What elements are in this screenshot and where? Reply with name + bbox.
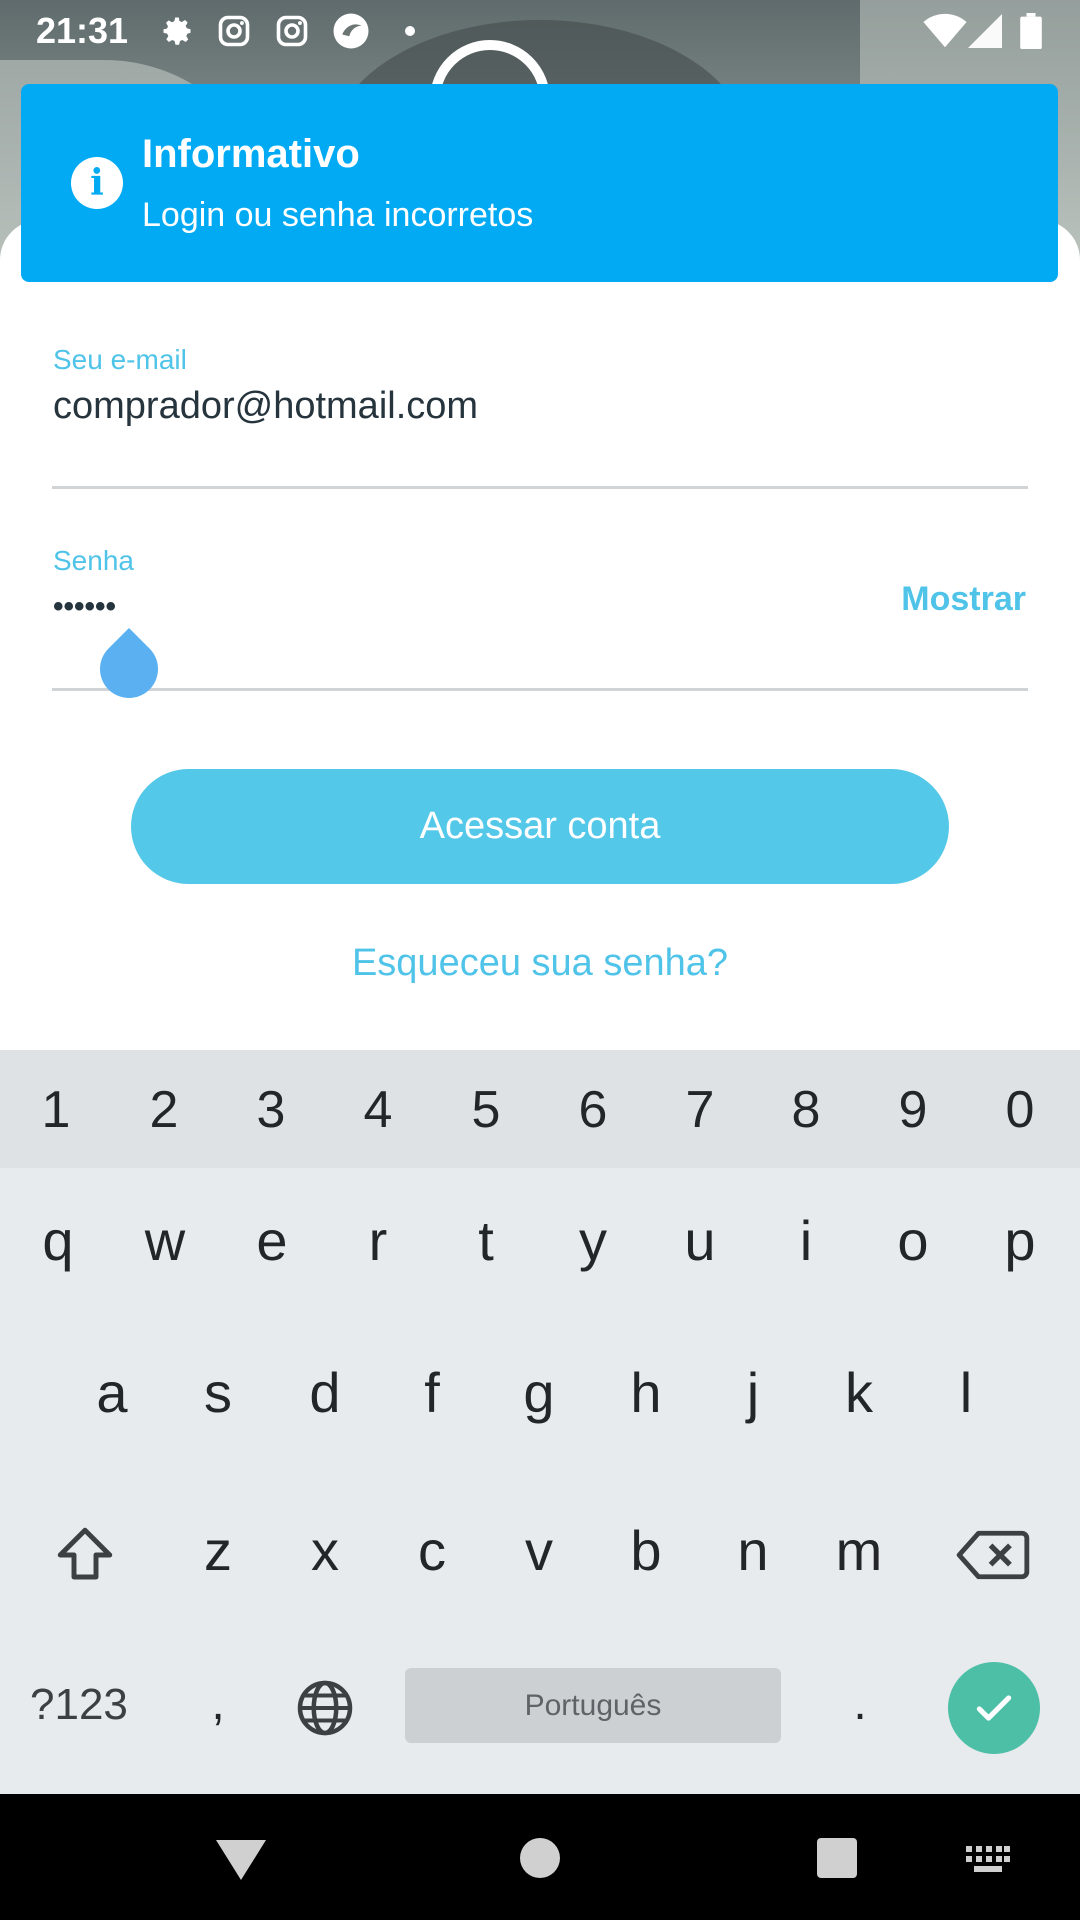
key-2[interactable]: 2 (114, 1080, 214, 1140)
soft-keyboard: 1 2 3 4 5 6 7 8 9 0 q w e r t y u i o p … (0, 1050, 1080, 1794)
space-key[interactable]: Português (405, 1668, 781, 1743)
globe-icon[interactable] (295, 1678, 355, 1738)
key-0[interactable]: 0 (970, 1080, 1070, 1140)
show-password-button[interactable]: Mostrar (901, 580, 1026, 619)
key-6[interactable]: 6 (543, 1080, 643, 1140)
key-r[interactable]: r (328, 1208, 428, 1273)
key-9[interactable]: 9 (863, 1080, 963, 1140)
instagram-icon (218, 15, 250, 47)
key-8[interactable]: 8 (756, 1080, 856, 1140)
key-z[interactable]: z (168, 1518, 268, 1583)
key-v[interactable]: v (489, 1518, 589, 1583)
key-d[interactable]: d (275, 1360, 375, 1425)
key-comma[interactable]: , (168, 1676, 268, 1731)
shift-icon[interactable] (52, 1522, 118, 1588)
key-y[interactable]: y (543, 1208, 643, 1273)
toast-title: Informativo (142, 132, 360, 176)
password-field[interactable]: •••••• (53, 590, 116, 624)
navigation-bar (0, 1794, 1080, 1920)
toast-message: Login ou senha incorretos (142, 196, 534, 234)
key-4[interactable]: 4 (328, 1080, 428, 1140)
key-t[interactable]: t (436, 1208, 536, 1273)
text-cursor-handle[interactable] (87, 627, 171, 711)
signal-icon (968, 14, 1002, 48)
login-button[interactable]: Acessar conta (131, 769, 949, 884)
info-icon: i (71, 157, 123, 209)
gear-icon (163, 17, 191, 45)
key-h[interactable]: h (596, 1360, 696, 1425)
email-underline (52, 486, 1028, 489)
key-m[interactable]: m (809, 1518, 909, 1583)
key-1[interactable]: 1 (6, 1080, 106, 1140)
forgot-password-link[interactable]: Esqueceu sua senha? (0, 942, 1080, 985)
key-period[interactable]: . (810, 1676, 910, 1731)
key-5[interactable]: 5 (436, 1080, 536, 1140)
instagram-icon (276, 15, 308, 47)
key-l[interactable]: l (916, 1360, 1016, 1425)
status-bar: 21:31 (0, 0, 1080, 62)
wifi-icon (923, 13, 967, 48)
password-underline (52, 688, 1028, 691)
key-3[interactable]: 3 (221, 1080, 321, 1140)
check-icon (976, 1695, 1012, 1721)
key-k[interactable]: k (809, 1360, 909, 1425)
battery-icon (1020, 13, 1042, 49)
key-s[interactable]: s (168, 1360, 268, 1425)
backspace-icon[interactable] (956, 1526, 1030, 1584)
back-icon[interactable] (216, 1840, 266, 1880)
key-j[interactable]: j (703, 1360, 803, 1425)
home-icon[interactable] (520, 1838, 560, 1878)
key-e[interactable]: e (222, 1208, 322, 1273)
status-time: 21:31 (36, 10, 129, 51)
key-c[interactable]: c (382, 1518, 482, 1583)
key-q[interactable]: q (8, 1208, 108, 1273)
password-label: Senha (53, 545, 134, 576)
error-toast[interactable]: i Informativo Login ou senha incorretos (21, 84, 1058, 282)
key-7[interactable]: 7 (650, 1080, 750, 1140)
symbols-key[interactable]: ?123 (30, 1680, 128, 1730)
key-p[interactable]: p (970, 1208, 1070, 1273)
notification-dot (405, 26, 415, 36)
email-label: Seu e-mail (53, 344, 187, 375)
enter-key[interactable] (948, 1662, 1040, 1754)
keyboard-number-row: 1 2 3 4 5 6 7 8 9 0 (0, 1050, 1080, 1168)
key-i[interactable]: i (756, 1208, 856, 1273)
key-u[interactable]: u (650, 1208, 750, 1273)
recents-icon[interactable] (817, 1838, 857, 1878)
key-w[interactable]: w (115, 1208, 215, 1273)
key-n[interactable]: n (703, 1518, 803, 1583)
key-x[interactable]: x (275, 1518, 375, 1583)
key-g[interactable]: g (489, 1360, 589, 1425)
key-a[interactable]: a (62, 1360, 162, 1425)
key-f[interactable]: f (382, 1360, 482, 1425)
key-b[interactable]: b (596, 1518, 696, 1583)
email-field[interactable]: comprador@hotmail.com (53, 385, 478, 428)
key-o[interactable]: o (863, 1208, 963, 1273)
keyboard-switch-icon[interactable] (966, 1846, 1010, 1874)
app-icon (333, 13, 369, 49)
